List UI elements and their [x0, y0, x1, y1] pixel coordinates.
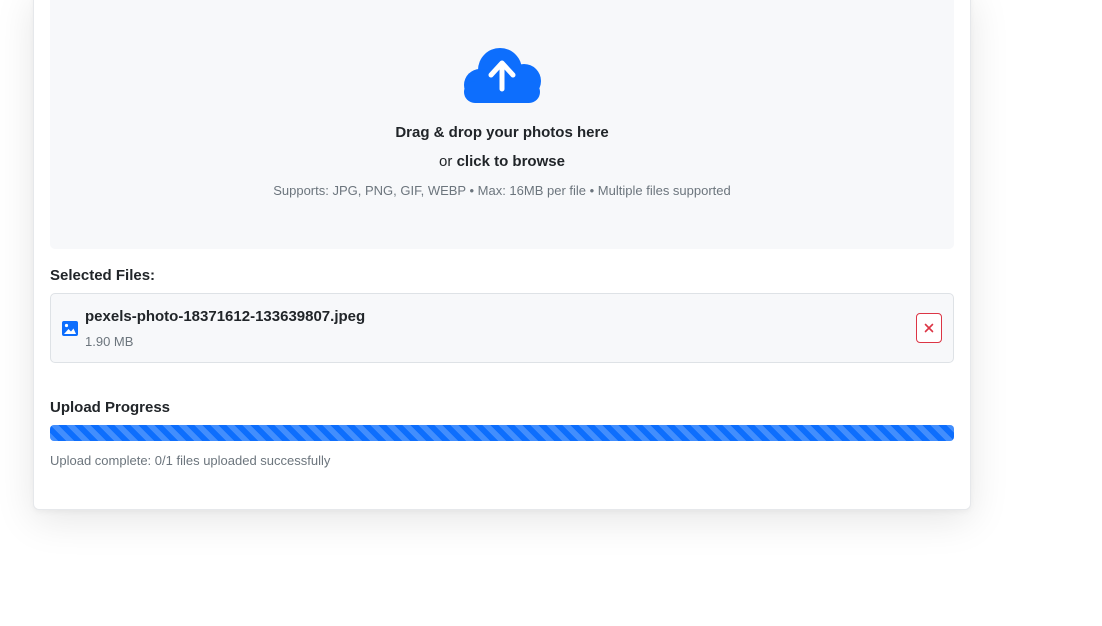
dropzone-hint: Supports: JPG, PNG, GIF, WEBP • Max: 16M…	[273, 183, 731, 198]
remove-file-button[interactable]	[916, 313, 942, 343]
upload-progress-track	[50, 425, 954, 441]
cloud-upload-icon	[464, 48, 541, 103]
image-icon	[62, 321, 78, 336]
dropzone-title: Drag & drop your photos here	[395, 124, 609, 141]
file-size: 1.90 MB	[85, 334, 134, 349]
file-list-item: pexels-photo-18371612-133639807.jpeg 1.9…	[50, 293, 954, 363]
upload-progress-bar	[50, 425, 954, 441]
upload-card: Drag & drop your photos here or click to…	[33, 0, 971, 510]
browse-link[interactable]: click to browse	[457, 153, 565, 170]
selected-files-label: Selected Files:	[50, 267, 156, 284]
dropzone-subtitle: or click to browse	[50, 153, 954, 170]
dropzone-or-text: or	[439, 153, 453, 170]
upload-progress-label: Upload Progress	[50, 399, 171, 416]
upload-status-text: Upload complete: 0/1 files uploaded succ…	[50, 453, 331, 468]
dropzone[interactable]: Drag & drop your photos here or click to…	[50, 0, 954, 249]
close-icon	[924, 323, 934, 333]
file-name: pexels-photo-18371612-133639807.jpeg	[85, 308, 366, 325]
